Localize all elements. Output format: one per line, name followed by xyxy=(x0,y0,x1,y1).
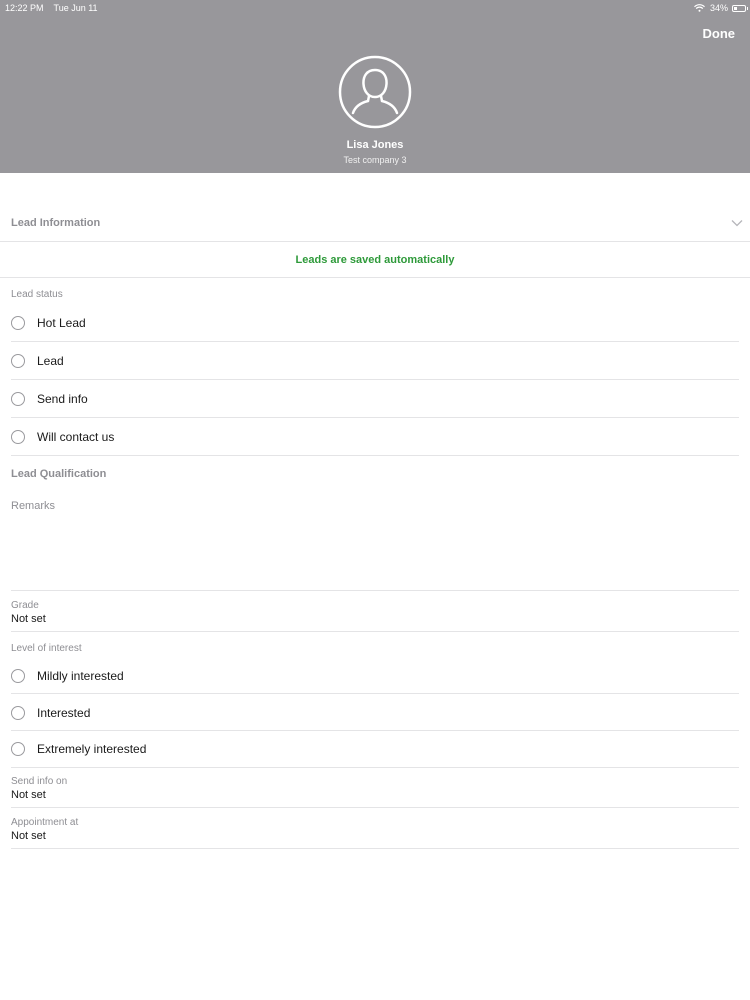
radio-label: Hot Lead xyxy=(37,316,86,330)
radio-unselected-icon xyxy=(11,430,25,444)
radio-unselected-icon xyxy=(11,316,25,330)
divider xyxy=(11,590,739,591)
grade-label: Grade xyxy=(11,600,39,611)
divider xyxy=(11,417,739,418)
appointment-label: Appointment at xyxy=(11,817,79,828)
radio-unselected-icon xyxy=(11,706,25,720)
saved-notice: Leads are saved automatically xyxy=(295,254,455,266)
divider xyxy=(11,341,739,342)
status-left: 12:22 PM Tue Jun 11 xyxy=(5,3,108,13)
lead-status-option-will-contact-us[interactable]: Will contact us xyxy=(0,423,740,453)
divider xyxy=(11,730,739,731)
divider xyxy=(0,277,750,278)
contact-company: Test company 3 xyxy=(343,155,407,165)
radio-unselected-icon xyxy=(11,354,25,368)
lead-status-option-send-info[interactable]: Send info xyxy=(0,385,740,415)
battery-fill xyxy=(734,6,737,10)
contact-header: 12:22 PM Tue Jun 11 34% Done Lisa Jones T… xyxy=(0,0,750,173)
lead-information-toggle[interactable]: Lead Information xyxy=(0,205,750,241)
status-time: 12:22 PM xyxy=(5,3,44,13)
lead-status-option-lead[interactable]: Lead xyxy=(0,347,740,377)
radio-label: Lead xyxy=(37,354,64,368)
divider xyxy=(0,241,750,242)
appointment-picker[interactable]: Appointment at Not set xyxy=(0,813,740,847)
status-date: Tue Jun 11 xyxy=(53,3,98,13)
lead-status-option-hot-lead[interactable]: Hot Lead xyxy=(0,309,740,339)
send-info-picker[interactable]: Send info on Not set xyxy=(0,772,740,806)
lead-status-label: Lead status xyxy=(11,289,63,300)
divider xyxy=(11,631,739,632)
divider xyxy=(11,693,739,694)
remarks-input[interactable] xyxy=(11,518,739,586)
radio-unselected-icon xyxy=(11,392,25,406)
radio-label: Extremely interested xyxy=(37,742,147,756)
interest-option-extremely-interested[interactable]: Extremely interested xyxy=(0,735,740,765)
done-button[interactable]: Done xyxy=(703,26,736,41)
grade-picker[interactable]: Grade Not set xyxy=(0,596,740,630)
grade-value: Not set xyxy=(11,613,46,625)
radio-label: Will contact us xyxy=(37,430,115,444)
interest-option-mildly-interested[interactable]: Mildly interested xyxy=(0,662,740,692)
send-info-label: Send info on xyxy=(11,776,68,787)
divider xyxy=(11,848,739,849)
divider xyxy=(11,379,739,380)
wifi-icon xyxy=(694,4,705,12)
contact-avatar-icon xyxy=(338,55,412,129)
divider xyxy=(11,455,739,456)
radio-label: Send info xyxy=(37,392,88,406)
interest-option-interested[interactable]: Interested xyxy=(0,699,740,729)
chevron-down-icon[interactable] xyxy=(730,216,744,230)
divider xyxy=(11,767,739,768)
lead-information-title: Lead Information xyxy=(11,217,101,229)
interest-label: Level of interest xyxy=(11,643,82,654)
contact-name: Lisa Jones xyxy=(346,139,404,151)
remarks-label: Remarks xyxy=(11,500,56,512)
lead-qualification-title: Lead Qualification xyxy=(11,468,107,480)
send-info-value: Not set xyxy=(11,789,46,801)
battery-percent: 34% xyxy=(709,3,728,13)
radio-unselected-icon xyxy=(11,669,25,683)
radio-label: Interested xyxy=(37,706,91,720)
battery-icon xyxy=(732,4,748,12)
status-bar: 12:22 PM Tue Jun 11 34% xyxy=(0,0,750,16)
radio-unselected-icon xyxy=(11,742,25,756)
status-right: 34% xyxy=(694,3,748,13)
appointment-value: Not set xyxy=(11,830,46,842)
divider xyxy=(11,807,739,808)
radio-label: Mildly interested xyxy=(37,669,124,683)
